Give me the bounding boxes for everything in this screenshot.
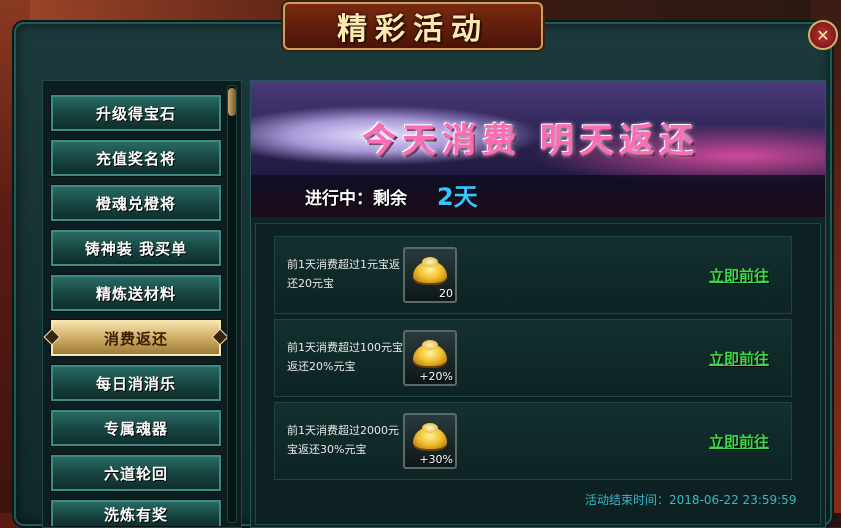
banner-title: 今天消费 明天返还 [362, 121, 700, 161]
menu-item-label: 铸神装 我买单 [84, 239, 188, 258]
menu-item-label: 每日消消乐 [95, 374, 176, 393]
diamond-left-icon [43, 328, 61, 346]
activity-window: 升级得宝石 充值奖名将 橙魂兑橙将 铸神装 我买单 精炼送材料 消费返还 每日消… [14, 22, 832, 528]
go-now-link[interactable]: 立即前往 [709, 431, 769, 452]
gold-ingot-top [422, 423, 438, 433]
menu-item-label: 消费返还 [103, 329, 168, 348]
menu-item-upgrade-gem[interactable]: 升级得宝石 [51, 95, 221, 131]
reward-description: 前1天消费超过100元宝返还20%元宝 [287, 341, 403, 373]
reward-description: 前1天消费超过1元宝返还20元宝 [287, 258, 400, 290]
reward-row: 前1天消费超过2000元宝返还30%元宝 +30% 立即前往 [274, 402, 792, 480]
menu-item-label: 专属魂器 [103, 419, 168, 438]
status-days-remaining: 2天 [437, 183, 478, 211]
menu-item-exclusive-soul[interactable]: 专属魂器 [51, 410, 221, 446]
activity-end-time: 活动结束时间：2018-06-22 23:59:59 [585, 493, 797, 507]
menu-item-wash-reward[interactable]: 洗炼有奖 [51, 500, 221, 526]
menu-item-label: 升级得宝石 [95, 104, 176, 123]
window-title: 精彩活动 [337, 12, 489, 47]
reward-amount: 20 [439, 287, 453, 300]
menu-item-daily-match[interactable]: 每日消消乐 [51, 365, 221, 401]
gold-ingot-top [422, 340, 438, 350]
reward-description: 前1天消费超过2000元宝返还30%元宝 [287, 424, 399, 456]
menu-item-refine-materials[interactable]: 精炼送材料 [51, 275, 221, 311]
menu-item-label: 六道轮回 [103, 464, 168, 483]
menu-item-label: 洗炼有奖 [103, 505, 168, 524]
reward-amount: +20% [419, 370, 453, 383]
activity-content: 今天消费 明天返还 进行中：剩余 2天 前1天消费超过1元宝返还20元宝 20 … [250, 80, 826, 528]
menu-item-six-paths[interactable]: 六道轮回 [51, 455, 221, 491]
menu-item-spend-rebate[interactable]: 消费返还 [43, 320, 229, 356]
menu-item-orange-soul[interactable]: 橙魂兑橙将 [51, 185, 221, 221]
go-now-link[interactable]: 立即前往 [709, 348, 769, 369]
menu-scrollbar[interactable] [227, 85, 237, 523]
reward-item-slot[interactable]: +30% [403, 413, 457, 469]
menu-item-forge-equipment[interactable]: 铸神装 我买单 [51, 230, 221, 266]
reward-row: 前1天消费超过100元宝返还20%元宝 +20% 立即前往 [274, 319, 792, 397]
close-icon[interactable]: ✕ [808, 20, 838, 50]
reward-item-slot[interactable]: 20 [403, 247, 457, 303]
reward-row: 前1天消费超过1元宝返还20元宝 20 立即前往 [274, 236, 792, 314]
menu-item-recharge-general[interactable]: 充值奖名将 [51, 140, 221, 176]
menu-item-label: 橙魂兑橙将 [95, 194, 176, 213]
reward-list: 前1天消费超过1元宝返还20元宝 20 立即前往 前1天消费超过100元宝返还2… [255, 223, 821, 525]
menu-item-label: 充值奖名将 [95, 149, 176, 168]
scrollbar-thumb[interactable] [228, 88, 236, 116]
window-title-plate: 精彩活动 [283, 2, 543, 50]
status-label: 进行中：剩余 [305, 189, 407, 209]
activity-banner: 今天消费 明天返还 进行中：剩余 2天 [251, 81, 825, 217]
reward-item-slot[interactable]: +20% [403, 330, 457, 386]
activity-menu: 升级得宝石 充值奖名将 橙魂兑橙将 铸神装 我买单 精炼送材料 消费返还 每日消… [42, 80, 242, 528]
gold-ingot-top [422, 257, 438, 267]
menu-item-label: 精炼送材料 [95, 284, 176, 303]
go-now-link[interactable]: 立即前往 [709, 265, 769, 286]
diamond-right-icon [211, 328, 229, 346]
reward-amount: +30% [419, 453, 453, 466]
